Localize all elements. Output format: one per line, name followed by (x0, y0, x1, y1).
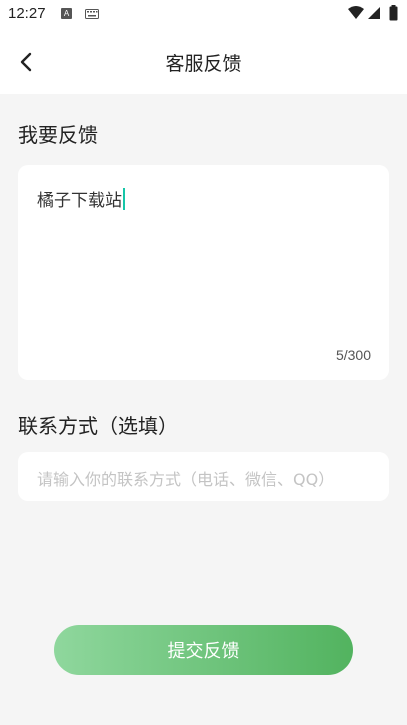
text-caret (123, 187, 125, 210)
feedback-value: 橘子下载站 (37, 191, 122, 211)
contact-input[interactable]: 请输入你的联系方式（电话、微信、QQ） (18, 452, 389, 501)
signal-icon (368, 7, 380, 19)
wifi-icon (348, 6, 364, 19)
feedback-textarea[interactable]: 橘子下载站 5/300 (18, 165, 389, 380)
contact-section-title: 联系方式（选填） (18, 414, 178, 438)
keyboard-icon (85, 9, 99, 19)
nav-bar: 客服反馈 (0, 30, 407, 94)
page-title: 客服反馈 (165, 53, 242, 75)
submit-button-label: 提交反馈 (167, 641, 240, 662)
status-bar: 12:27 A (0, 0, 407, 30)
character-counter: 5/300 (335, 347, 371, 363)
feedback-input-text[interactable]: 橘子下载站 (37, 186, 125, 211)
contact-placeholder: 请输入你的联系方式（电话、微信、QQ） (37, 470, 335, 489)
battery-icon (389, 5, 398, 21)
submit-feedback-button[interactable]: 提交反馈 (54, 625, 353, 675)
a-notification-icon: A (61, 8, 72, 19)
feedback-section-title: 我要反馈 (18, 123, 98, 147)
status-time: 12:27 (8, 5, 46, 22)
